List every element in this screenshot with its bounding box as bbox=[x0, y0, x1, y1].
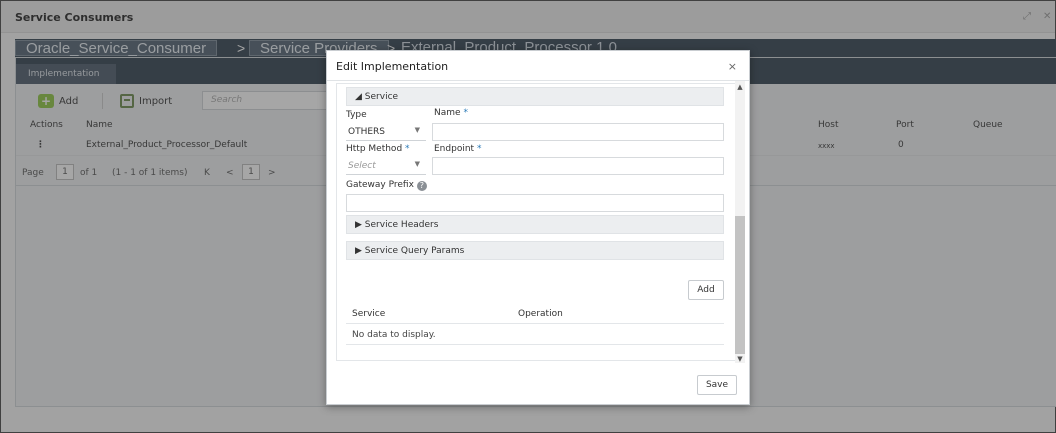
service-headers-label: Service Headers bbox=[364, 220, 439, 230]
service-headers-section[interactable]: ▶ Service Headers bbox=[346, 215, 724, 234]
http-method-select[interactable]: Select ▼ bbox=[346, 157, 426, 175]
services-table-header: Service Operation bbox=[346, 306, 724, 324]
chevron-down-icon: ▼ bbox=[414, 160, 420, 168]
type-select[interactable]: OTHERS ▼ bbox=[346, 123, 426, 141]
close-icon[interactable]: × bbox=[728, 60, 737, 73]
http-method-placeholder: Select bbox=[348, 161, 376, 171]
expand-icon: ▶ bbox=[355, 220, 362, 230]
chevron-down-icon: ▼ bbox=[414, 126, 420, 134]
column-operation: Operation bbox=[518, 309, 563, 319]
scroll-down-icon[interactable]: ▼ bbox=[736, 355, 744, 363]
save-button[interactable]: Save bbox=[697, 375, 737, 395]
type-label: Type bbox=[346, 110, 367, 120]
dialog-scroll-area: ◢ Service Type Name * OTHERS ▼ Http Meth… bbox=[336, 83, 736, 361]
service-query-params-section[interactable]: ▶ Service Query Params bbox=[346, 241, 724, 260]
service-section-header[interactable]: ◢ Service bbox=[346, 87, 724, 106]
name-input[interactable] bbox=[432, 123, 724, 141]
column-service: Service bbox=[352, 309, 386, 319]
dialog-header: Edit Implementation × bbox=[327, 51, 749, 81]
scroll-up-icon[interactable]: ▲ bbox=[736, 83, 744, 91]
gateway-prefix-label: Gateway Prefix? bbox=[346, 180, 427, 191]
empty-table-message: No data to display. bbox=[346, 327, 724, 345]
scroll-thumb[interactable] bbox=[735, 216, 745, 354]
http-method-label: Http Method * bbox=[346, 144, 410, 154]
collapse-icon: ◢ bbox=[355, 92, 362, 102]
endpoint-input[interactable] bbox=[432, 157, 724, 175]
endpoint-label: Endpoint * bbox=[434, 144, 482, 154]
name-label: Name * bbox=[434, 108, 468, 118]
edit-implementation-dialog: Edit Implementation × ◢ Service Type Nam… bbox=[326, 50, 750, 405]
service-section-label: Service bbox=[364, 92, 399, 102]
help-icon[interactable]: ? bbox=[416, 181, 427, 191]
expand-icon: ▶ bbox=[355, 246, 362, 256]
gateway-prefix-input[interactable] bbox=[346, 194, 724, 212]
type-select-value: OTHERS bbox=[348, 127, 386, 137]
service-query-params-label: Service Query Params bbox=[364, 246, 465, 256]
dialog-scrollbar[interactable]: ▲ ▼ bbox=[735, 81, 745, 363]
dialog-title: Edit Implementation bbox=[336, 60, 449, 73]
add-button[interactable]: Add bbox=[688, 280, 724, 300]
